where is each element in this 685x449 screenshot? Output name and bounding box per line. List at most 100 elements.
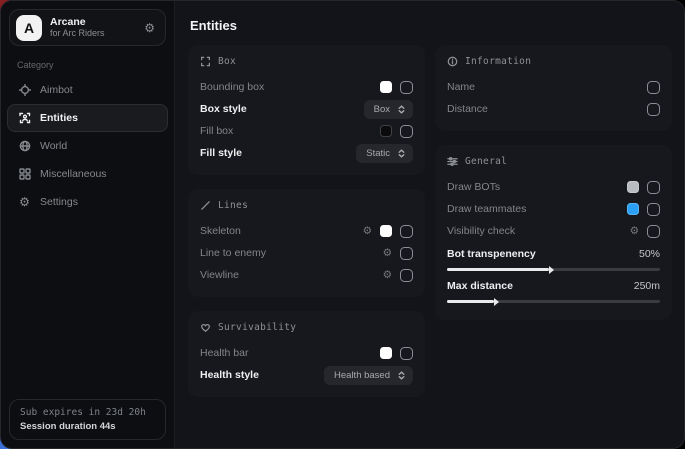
sidebar-item-aimbot[interactable]: Aimbot	[7, 76, 168, 104]
sidebar-item-world[interactable]: World	[7, 132, 168, 160]
distance-row: Distance	[447, 98, 660, 120]
subscription-card: Sub expires in 23d 20h Session duration …	[9, 399, 166, 440]
box-panel: Box Bounding box Box style	[188, 45, 425, 175]
slider-value: 50%	[639, 248, 660, 260]
row-label: Draw teammates	[447, 203, 526, 215]
row-label: Name	[447, 81, 475, 93]
viewline-checkbox[interactable]	[400, 269, 413, 282]
visibility-check-checkbox[interactable]	[647, 225, 660, 238]
max-distance-group: Max distance 250m	[447, 277, 660, 303]
dropdown-value: Static	[366, 148, 390, 159]
right-column: Information Name Distance	[435, 45, 672, 320]
health-bar-checkbox[interactable]	[400, 347, 413, 360]
gear-icon[interactable]: ⚙	[383, 270, 392, 281]
heart-icon	[200, 322, 211, 333]
left-column: Box Bounding box Box style	[188, 45, 425, 397]
app-subtitle: for Arc Riders	[50, 28, 136, 38]
app-identity: Arcane for Arc Riders	[50, 16, 136, 38]
viewline-row: Viewline ⚙	[200, 264, 413, 286]
arcane-window: A Arcane for Arc Riders ⚙ Category Aimbo…	[0, 0, 685, 449]
color-swatch[interactable]	[380, 125, 392, 137]
draw-bots-checkbox[interactable]	[647, 181, 660, 194]
page-title: Entities	[190, 18, 684, 33]
desktop-background: A Arcane for Arc Riders ⚙ Category Aimbo…	[0, 0, 685, 449]
slider-fill	[447, 300, 494, 303]
sub-expiry-text: Sub expires in 23d 20h	[20, 407, 155, 418]
sidebar-item-label: World	[40, 140, 67, 152]
color-swatch[interactable]	[627, 203, 639, 215]
information-panel-header: Information	[447, 56, 660, 67]
panel-title: Box	[218, 56, 236, 67]
fill-box-checkbox[interactable]	[400, 125, 413, 138]
sidebar-nav: Aimbot Entities World	[1, 76, 174, 216]
sidebar-item-label: Entities	[40, 112, 78, 124]
row-label: Bot transpenency	[447, 248, 536, 260]
app-name: Arcane	[50, 16, 136, 28]
row-label: Box style	[200, 103, 247, 115]
sidebar-item-label: Aimbot	[40, 84, 73, 96]
color-swatch[interactable]	[627, 181, 639, 193]
draw-bots-row: Draw BOTs	[447, 176, 660, 198]
row-label: Visibility check	[447, 225, 515, 237]
color-swatch[interactable]	[380, 347, 392, 359]
chevrons-updown-icon	[397, 105, 406, 114]
sidebar-item-label: Settings	[40, 196, 78, 208]
globe-icon	[18, 140, 31, 153]
chevrons-updown-icon	[397, 149, 406, 158]
row-label: Distance	[447, 103, 488, 115]
dropdown-value: Box	[374, 104, 390, 115]
row-label: Fill box	[200, 125, 233, 137]
row-label: Line to enemy	[200, 247, 266, 259]
logo-card: A Arcane for Arc Riders ⚙	[9, 9, 166, 46]
dropdown-value: Health based	[334, 370, 390, 381]
draw-teammates-row: Draw teammates	[447, 198, 660, 220]
sidebar-spacer	[1, 216, 174, 399]
app-logo: A	[16, 15, 42, 41]
color-swatch[interactable]	[380, 225, 392, 237]
fill-style-dropdown[interactable]: Static	[356, 144, 413, 163]
health-bar-row: Health bar	[200, 342, 413, 364]
gear-icon[interactable]: ⚙	[630, 226, 639, 237]
skeleton-row: Skeleton ⚙	[200, 220, 413, 242]
line-to-enemy-checkbox[interactable]	[400, 247, 413, 260]
gear-icon[interactable]: ⚙	[144, 22, 155, 34]
row-label: Bounding box	[200, 81, 264, 93]
row-label: Draw BOTs	[447, 181, 500, 193]
box-style-dropdown[interactable]: Box	[364, 100, 413, 119]
sidebar-item-settings[interactable]: ⚙ Settings	[7, 188, 168, 216]
sidebar: A Arcane for Arc Riders ⚙ Category Aimbo…	[1, 1, 175, 448]
bounding-box-row: Bounding box	[200, 76, 413, 98]
name-checkbox[interactable]	[647, 81, 660, 94]
color-swatch[interactable]	[380, 81, 392, 93]
max-distance-slider[interactable]	[447, 300, 660, 303]
gear-icon[interactable]: ⚙	[383, 248, 392, 259]
general-panel: General Draw BOTs Draw teammates	[435, 145, 672, 320]
bot-transparency-group: Bot transpenency 50%	[447, 245, 660, 271]
lines-panel: Lines Skeleton ⚙ Line to enemy	[188, 189, 425, 297]
skeleton-checkbox[interactable]	[400, 225, 413, 238]
health-style-dropdown[interactable]: Health based	[324, 366, 413, 385]
sidebar-item-entities[interactable]: Entities	[7, 104, 168, 132]
sidebar-item-miscellaneous[interactable]: Miscellaneous	[7, 160, 168, 188]
lines-panel-header: Lines	[200, 200, 413, 211]
gear-icon[interactable]: ⚙	[363, 226, 372, 237]
bot-transparency-slider[interactable]	[447, 268, 660, 271]
sidebar-item-label: Miscellaneous	[40, 168, 107, 180]
row-label: Fill style	[200, 147, 242, 159]
fill-style-row: Fill style Static	[200, 142, 413, 164]
name-row: Name	[447, 76, 660, 98]
visibility-check-row: Visibility check ⚙	[447, 220, 660, 242]
category-label: Category	[17, 60, 174, 70]
box-style-row: Box style Box	[200, 98, 413, 120]
entities-icon	[18, 112, 31, 125]
box-panel-header: Box	[200, 56, 413, 67]
main-content: Entities Box Bounding box	[175, 1, 684, 448]
fill-box-row: Fill box	[200, 120, 413, 142]
survivability-panel: Survivability Health bar Health style	[188, 311, 425, 397]
draw-teammates-checkbox[interactable]	[647, 203, 660, 216]
info-icon	[447, 56, 458, 67]
bounding-box-checkbox[interactable]	[400, 81, 413, 94]
crosshair-icon	[18, 84, 31, 97]
general-panel-header: General	[447, 156, 660, 167]
distance-checkbox[interactable]	[647, 103, 660, 116]
